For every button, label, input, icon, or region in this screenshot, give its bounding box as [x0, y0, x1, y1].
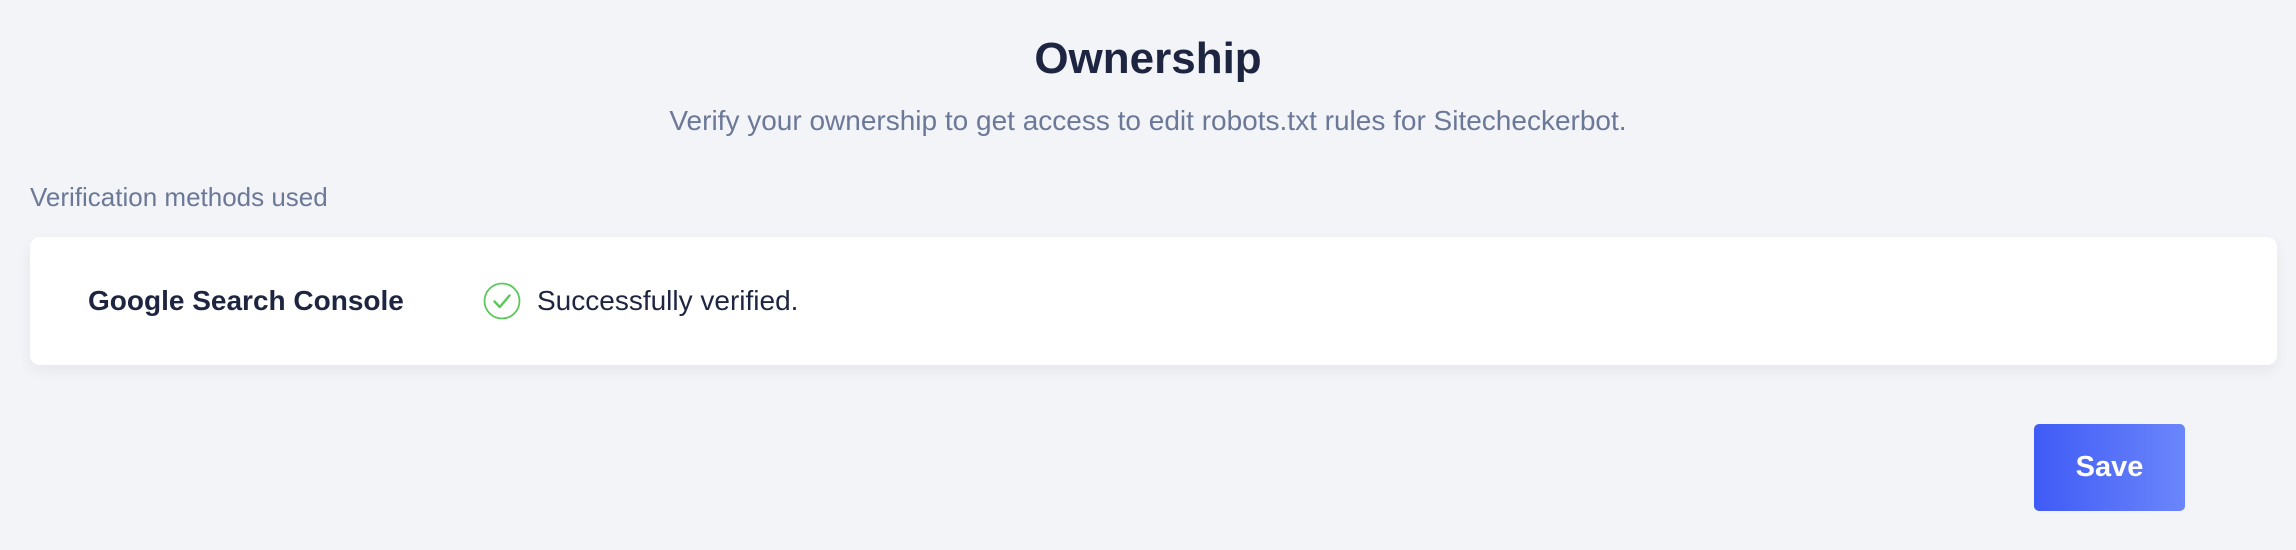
- page-subtitle: Verify your ownership to get access to e…: [669, 105, 1627, 136]
- status-text: Successfully verified.: [537, 285, 799, 316]
- verification-status: Successfully verified.: [483, 282, 798, 320]
- method-name: Google Search Console: [88, 285, 404, 316]
- verification-method-card: Google Search Console Successfully verif…: [30, 237, 2277, 365]
- check-circle-icon: [483, 282, 521, 320]
- ownership-page: Ownership Verify your ownership to get a…: [0, 0, 2296, 550]
- verification-methods-label: Verification methods used: [30, 182, 328, 212]
- page-title: Ownership: [1034, 34, 1262, 83]
- save-button[interactable]: Save: [2034, 424, 2185, 511]
